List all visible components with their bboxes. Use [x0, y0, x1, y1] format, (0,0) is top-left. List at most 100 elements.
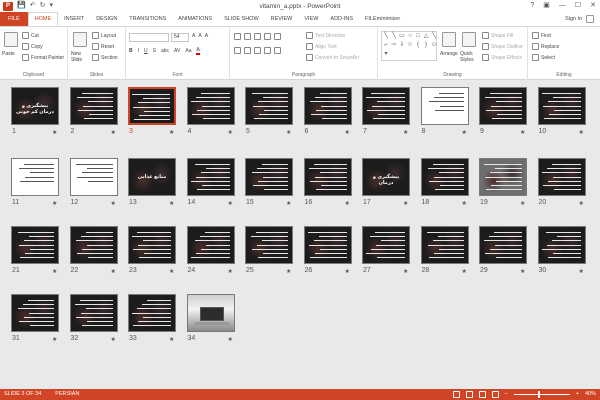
slide-thumbnail[interactable] — [186, 158, 235, 196]
tab-fileminimizer[interactable]: FILEminimizer — [359, 12, 406, 26]
transition-star-icon[interactable]: ★ — [579, 129, 584, 136]
slide-thumbnail[interactable]: پیشگیری و درمان — [362, 158, 410, 196]
minimize-icon[interactable]: — — [559, 1, 566, 11]
normal-view-icon[interactable] — [452, 391, 460, 398]
tab-animations[interactable]: ANIMATIONS — [172, 12, 218, 26]
slide-thumbnail[interactable] — [128, 226, 176, 264]
transition-star-icon[interactable]: ★ — [52, 268, 57, 275]
italic-icon[interactable]: I — [138, 48, 139, 54]
shape-rect-icon[interactable]: □ — [414, 32, 422, 41]
slide-thumbnail[interactable] — [303, 87, 352, 125]
transition-star-icon[interactable]: ★ — [111, 336, 116, 343]
save-icon[interactable]: 💾 — [17, 1, 26, 11]
sorter-view-icon[interactable] — [465, 391, 473, 398]
paste-button[interactable]: Paste — [2, 51, 15, 57]
shape-brace-icon[interactable]: } — [422, 41, 430, 50]
slide-thumbnail[interactable]: پیشگیری و درمان کم خونی — [11, 87, 59, 125]
slide-thumbnail[interactable] — [420, 87, 469, 125]
strikethrough-icon[interactable]: abc — [161, 48, 169, 54]
sign-in-label[interactable]: Sign in — [565, 12, 582, 26]
slide-thumbnail[interactable] — [420, 158, 469, 196]
new-slide-icon[interactable] — [73, 32, 87, 47]
underline-icon[interactable]: U — [144, 48, 148, 54]
transition-star-icon[interactable]: ★ — [462, 129, 467, 136]
slide-thumbnail[interactable] — [245, 87, 293, 125]
increase-indent-icon[interactable] — [264, 33, 271, 40]
transition-star-icon[interactable]: ★ — [111, 129, 116, 136]
zoom-slider[interactable] — [513, 391, 570, 398]
transition-star-icon[interactable]: ★ — [345, 200, 350, 207]
transition-star-icon[interactable]: ★ — [52, 200, 57, 207]
slide-thumbnail[interactable] — [69, 158, 118, 196]
arrange-icon[interactable] — [442, 32, 456, 47]
transition-star-icon[interactable]: ★ — [169, 336, 174, 343]
transition-star-icon[interactable]: ★ — [520, 129, 525, 136]
tab-file[interactable]: FILE — [0, 12, 28, 26]
transition-star-icon[interactable]: ★ — [286, 200, 291, 207]
font-size-combo[interactable]: 54 — [171, 33, 189, 42]
shape-more-icon[interactable]: ▾ — [382, 50, 390, 59]
transition-star-icon[interactable]: ★ — [403, 268, 408, 275]
slide-thumbnail[interactable] — [128, 294, 176, 332]
shape-line-icon[interactable]: ╲ — [430, 32, 438, 41]
shape-star-icon[interactable]: ✩ — [430, 41, 438, 50]
shape-bracket-icon[interactable]: ⌐ — [382, 41, 390, 50]
shapes-gallery[interactable]: ╲ ╲ ▭ ○ □ △ ╲ ⌐ ⇨ ⇩ ☆{} ✩ ▾ — [381, 31, 437, 61]
slide-thumbnail[interactable] — [245, 158, 293, 196]
slide-thumbnail[interactable] — [303, 226, 352, 264]
avatar[interactable] — [586, 15, 594, 23]
tab-review[interactable]: REVIEW — [265, 12, 299, 26]
replace-button[interactable]: Replace — [532, 43, 559, 50]
transition-star-icon[interactable]: ★ — [52, 336, 57, 343]
slide-thumbnail[interactable] — [186, 294, 235, 332]
font-color-icon[interactable]: A — [196, 47, 200, 55]
transition-star-icon[interactable]: ★ — [403, 129, 408, 136]
close-icon[interactable]: ✕ — [590, 1, 596, 11]
zoom-in-icon[interactable]: + — [576, 389, 579, 400]
quick-styles-button[interactable]: Quick Styles — [460, 51, 478, 63]
slide-thumbnail[interactable] — [479, 87, 527, 125]
slide-thumbnail[interactable] — [479, 158, 527, 196]
transition-star-icon[interactable]: ★ — [520, 268, 525, 275]
transition-star-icon[interactable]: ★ — [286, 129, 291, 136]
smartart-button[interactable]: Convert to SmartArt — [306, 54, 359, 61]
transition-star-icon[interactable]: ★ — [52, 129, 57, 136]
undo-icon[interactable]: ↶ — [30, 1, 36, 11]
redo-icon[interactable]: ↻ — [40, 1, 46, 11]
shape-line-icon[interactable]: ╲ — [390, 32, 398, 41]
transition-star-icon[interactable]: ★ — [286, 268, 291, 275]
slide-thumbnail[interactable] — [128, 87, 176, 125]
align-text-button[interactable]: Align Text — [306, 43, 337, 50]
decrease-indent-icon[interactable] — [254, 33, 261, 40]
zoom-out-icon[interactable]: − — [505, 389, 508, 400]
slide-thumbnail[interactable] — [362, 226, 410, 264]
slide-thumbnail[interactable] — [537, 87, 586, 125]
slide-thumbnail[interactable] — [186, 87, 235, 125]
columns-icon[interactable] — [274, 47, 281, 54]
transition-star-icon[interactable]: ★ — [403, 200, 408, 207]
tab-transitions[interactable]: TRANSITIONS — [123, 12, 172, 26]
tab-insert[interactable]: INSERT — [58, 12, 90, 26]
shape-brace-icon[interactable]: { — [414, 41, 422, 50]
slide-thumbnail[interactable] — [537, 158, 586, 196]
transition-star-icon[interactable]: ★ — [228, 268, 233, 275]
transition-star-icon[interactable]: ★ — [345, 129, 350, 136]
copy-button[interactable]: Copy — [22, 43, 43, 50]
transition-star-icon[interactable]: ★ — [520, 200, 525, 207]
shape-triangle-icon[interactable]: △ — [422, 32, 430, 41]
shape-rect-icon[interactable]: ▭ — [398, 32, 406, 41]
ribbon-display-icon[interactable]: ▣ — [543, 1, 550, 11]
clear-format-icon[interactable]: A — [205, 33, 208, 39]
slide-thumbnail[interactable]: منابع غذایی — [128, 158, 176, 196]
numbering-icon[interactable] — [244, 33, 251, 40]
shape-fill-button[interactable]: Shape Fill — [482, 32, 513, 39]
transition-star-icon[interactable]: ★ — [228, 200, 233, 207]
slide-thumbnail[interactable] — [69, 87, 118, 125]
shape-arrow-icon[interactable]: ⇩ — [398, 41, 406, 50]
slide-thumbnail[interactable] — [69, 294, 118, 332]
transition-star-icon[interactable]: ★ — [462, 268, 467, 275]
bullets-icon[interactable] — [234, 33, 241, 40]
language-indicator[interactable]: PERSIAN — [55, 389, 79, 400]
maximize-icon[interactable]: ☐ — [575, 1, 581, 11]
shape-outline-button[interactable]: Shape Outline — [482, 43, 523, 50]
